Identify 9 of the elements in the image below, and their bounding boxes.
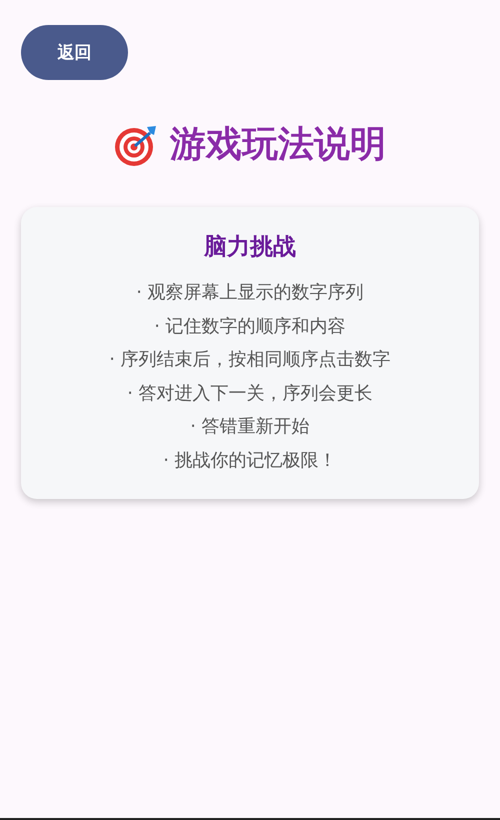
back-button[interactable]: 返回: [21, 25, 128, 80]
page-title: 游戏玩法说明: [170, 123, 386, 167]
rule-text: · 答对进入下一关，序列会更长: [127, 382, 373, 406]
rule-text: · 记住数字的顺序和内容: [154, 314, 346, 338]
rule-text: · 观察屏幕上显示的数字序列: [136, 281, 364, 305]
rule-text: · 答错重新开始: [190, 415, 310, 439]
card-heading: 脑力挑战: [204, 233, 296, 262]
rule-text: · 挑战你的记忆极限！: [163, 448, 337, 472]
rule-text: · 序列结束后，按相同顺序点击数字: [109, 348, 391, 372]
